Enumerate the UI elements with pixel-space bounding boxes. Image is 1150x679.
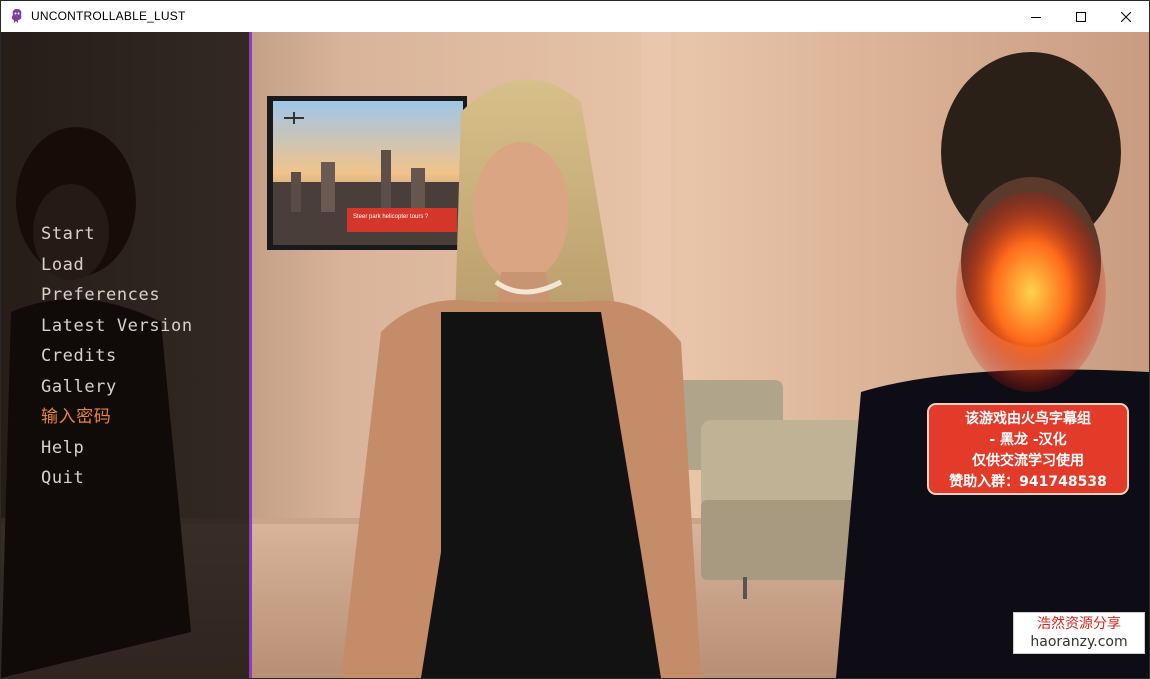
game-window: UNCONTROLLABLE_LUST Steer park helicopte…	[0, 0, 1150, 679]
maximize-button[interactable]	[1058, 1, 1104, 32]
translation-credit-badge: 该游戏由火鸟字幕组 - 黑龙 -汉化 仅供交流学习使用 赞助入群：9417485…	[927, 403, 1129, 495]
watermark-line-1: 浩然资源分享	[1037, 616, 1121, 632]
title-bar[interactable]: UNCONTROLLABLE_LUST	[1, 1, 1149, 32]
menu-start[interactable]: Start	[41, 223, 193, 254]
tv-headline: Steer park helicopter tours ?	[353, 214, 429, 220]
close-button[interactable]	[1103, 1, 1149, 32]
menu-load[interactable]: Load	[41, 254, 193, 285]
site-watermark: 浩然资源分享 haoranzy.com	[1013, 612, 1145, 654]
badge-line-4: 赞助入群：941748538	[949, 474, 1107, 490]
badge-line-1: 该游戏由火鸟字幕组	[965, 411, 1091, 427]
main-menu: Start Load Preferences Latest Version Cr…	[41, 223, 193, 498]
close-icon	[1121, 11, 1131, 22]
menu-credits[interactable]: Credits	[41, 345, 193, 376]
menu-divider	[249, 32, 252, 678]
game-viewport: Steer park helicopter tours ? Start Load…	[1, 32, 1149, 678]
maximize-icon	[1076, 11, 1086, 22]
badge-line-2: - 黑龙 -汉化	[989, 432, 1067, 448]
minimize-button[interactable]	[1013, 1, 1059, 32]
menu-enter-password[interactable]: 输入密码	[41, 406, 193, 437]
menu-help[interactable]: Help	[41, 437, 193, 468]
menu-preferences[interactable]: Preferences	[41, 284, 193, 315]
watermark-line-2: haoranzy.com	[1030, 634, 1128, 650]
menu-latest-version[interactable]: Latest Version	[41, 315, 193, 346]
minimize-icon	[1031, 16, 1041, 18]
app-icon	[11, 9, 22, 23]
badge-line-3: 仅供交流学习使用	[972, 453, 1084, 469]
menu-quit[interactable]: Quit	[41, 467, 193, 498]
window-title: UNCONTROLLABLE_LUST	[31, 9, 186, 23]
menu-gallery[interactable]: Gallery	[41, 376, 193, 407]
